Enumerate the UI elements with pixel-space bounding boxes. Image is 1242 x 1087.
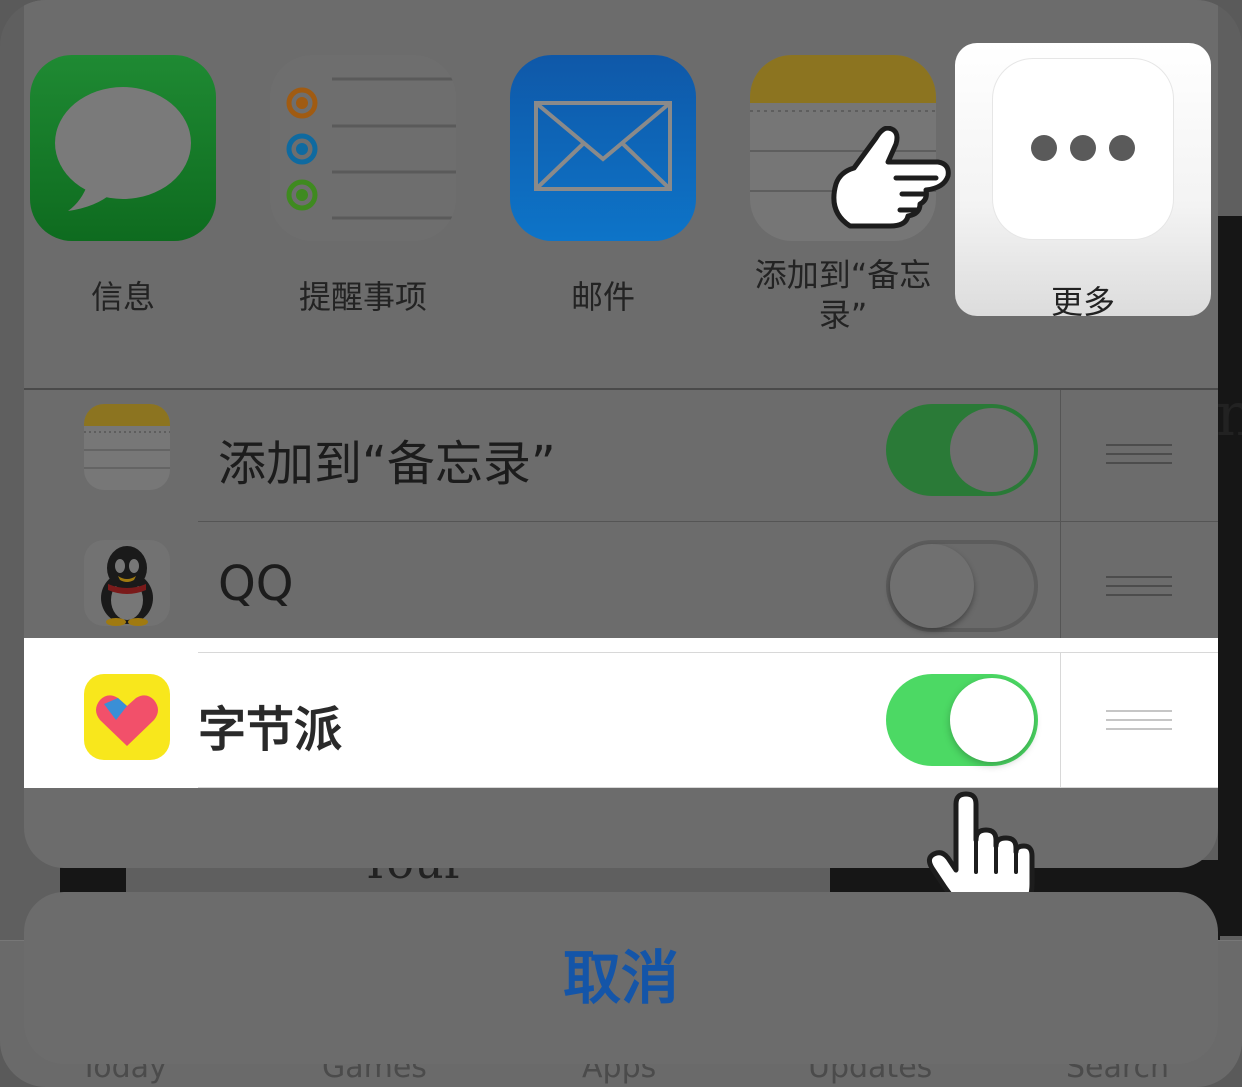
drag-handle-icon[interactable] — [1106, 576, 1172, 603]
share-app-label: 邮件 — [570, 278, 635, 316]
toggle-knob — [950, 408, 1034, 492]
speech-bubble-icon — [30, 55, 216, 241]
share-app-mail[interactable]: 邮件 — [508, 55, 698, 317]
qq-toggle[interactable] — [886, 540, 1038, 632]
share-apps-row: 信息 提醒事项 邮件 添加到“备忘录” 更多 — [24, 0, 1218, 390]
list-row-label: 字节派 — [198, 702, 343, 758]
background-strip — [1218, 216, 1242, 936]
share-app-label: 信息 — [90, 278, 155, 316]
row-separator — [198, 652, 1218, 653]
notes-pad-icon — [84, 404, 170, 490]
list-row-notes[interactable]: 添加到“备忘录” — [24, 390, 1218, 522]
toggle-knob — [950, 678, 1034, 762]
envelope-icon — [510, 55, 696, 241]
screen: Your n Today Games Apps Updates Search 信… — [0, 0, 1242, 1087]
background-side-letter: n — [1216, 380, 1242, 450]
reminders-list-icon — [270, 55, 456, 241]
zijiepai-toggle[interactable] — [886, 674, 1038, 766]
pointing-hand-cursor-icon — [824, 125, 954, 232]
cancel-button[interactable]: 取消 — [24, 892, 1218, 1064]
share-app-label: 更多 — [1050, 283, 1115, 321]
list-row-zijiepai[interactable]: 字节派 — [24, 638, 1218, 788]
row-divider — [1060, 390, 1061, 522]
drag-handle-icon[interactable] — [1106, 444, 1172, 471]
list-row-qq[interactable]: QQ — [24, 520, 1218, 652]
more-app-icon — [993, 59, 1173, 239]
list-row-label: QQ — [218, 556, 294, 612]
share-app-label: 添加到“备忘录” — [754, 256, 932, 334]
toggle-knob — [890, 544, 974, 628]
share-app-reminders[interactable]: 提醒事项 — [268, 55, 458, 317]
share-app-more[interactable]: 更多 — [955, 43, 1211, 321]
share-app-label: 提醒事项 — [298, 278, 427, 316]
penguin-icon — [84, 540, 170, 626]
ellipsis-icon — [1031, 135, 1135, 163]
share-app-messages[interactable]: 信息 — [28, 55, 218, 317]
row-divider — [1060, 652, 1061, 788]
share-sheet: 信息 提醒事项 邮件 添加到“备忘录” 更多 添加到“备忘录” QQ 字节派 — [24, 0, 1218, 868]
heart-logo-icon — [84, 674, 170, 760]
notes-toggle[interactable] — [886, 404, 1038, 496]
drag-handle-icon[interactable] — [1106, 710, 1172, 737]
row-separator — [198, 787, 1218, 788]
list-row-label: 添加到“备忘录” — [218, 436, 556, 492]
row-divider — [1060, 520, 1061, 652]
